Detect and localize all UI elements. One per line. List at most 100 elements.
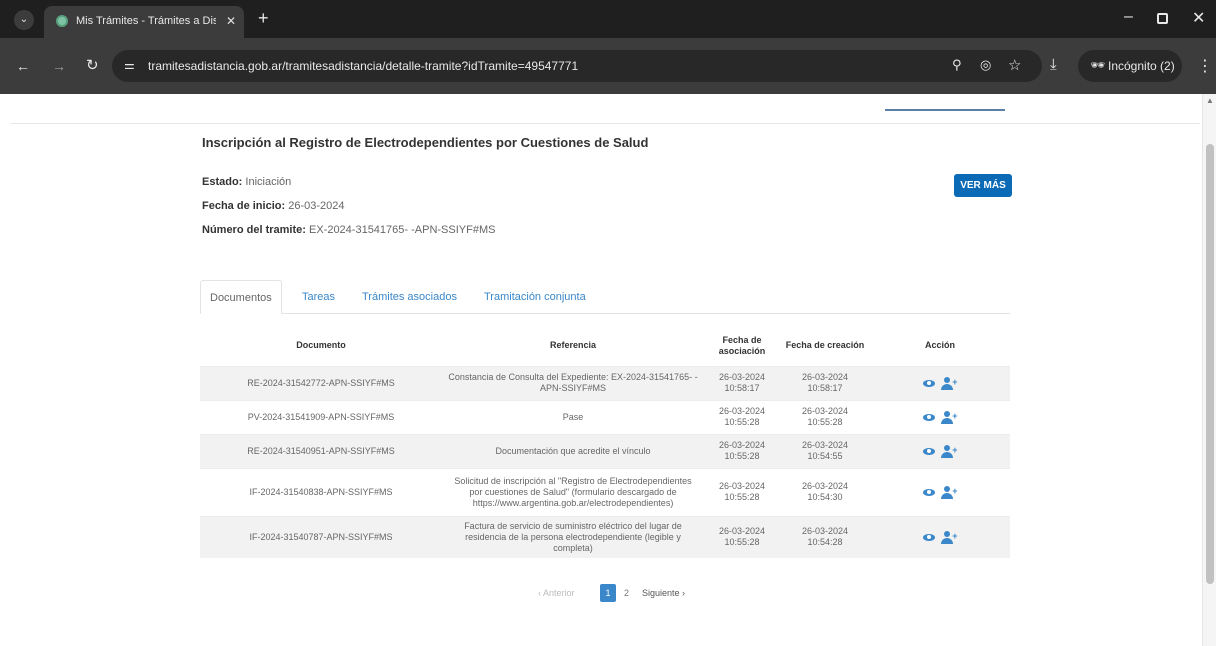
add-user-icon[interactable]: +: [941, 444, 958, 458]
reload-icon[interactable]: ↻: [86, 56, 99, 74]
numero-tramite-label: Número del tramite:: [202, 224, 306, 236]
cell-fecha-creacion: 26-03-2024 10:54:55: [780, 433, 870, 468]
tab-documentos[interactable]: Documentos: [200, 280, 282, 314]
cell-documento: RE-2024-31542772-APN-SSIYF#MS: [200, 365, 442, 400]
documents-table: Documento Referencia Fecha de asociación…: [200, 326, 1010, 558]
add-user-icon[interactable]: +: [941, 485, 958, 499]
add-user-icon[interactable]: +: [941, 410, 958, 424]
page-title: Inscripción al Registro de Electrodepend…: [202, 135, 649, 150]
time: 10:55:28: [724, 417, 760, 427]
window-close-icon[interactable]: ✕: [1192, 8, 1205, 28]
time: 10:58:17: [724, 383, 760, 393]
time: 10:58:17: [807, 383, 843, 393]
header-divider: [10, 123, 1200, 124]
header-referencia: Referencia: [549, 340, 597, 351]
forward-icon[interactable]: →: [52, 58, 66, 74]
zoom-icon[interactable]: ⚲: [952, 57, 962, 73]
star-icon[interactable]: ☆: [1008, 56, 1021, 74]
ver-mas-button[interactable]: VER MÁS: [954, 174, 1012, 197]
numero-tramite-row: Número del tramite: EX-2024-31541765- -A…: [202, 224, 495, 236]
table-row: IF-2024-31540838-APN-SSIYF#MS Solicitud …: [200, 467, 1010, 516]
kebab-menu-icon[interactable]: ⋮: [1197, 56, 1213, 76]
view-eye-icon[interactable]: [922, 533, 935, 541]
date: 26-03-2024: [801, 372, 849, 382]
tab-tramitacion-conjunta[interactable]: Tramitación conjunta: [484, 280, 586, 314]
view-eye-icon[interactable]: [922, 379, 935, 387]
pagination-page-1[interactable]: 1: [600, 584, 616, 602]
cell-referencia: Constancia de Consulta del Expediente: E…: [442, 365, 704, 400]
date: 26-03-2024: [801, 406, 849, 416]
view-eye-icon[interactable]: [922, 413, 935, 421]
incognito-icon: 🕶: [1090, 58, 1106, 72]
estado-label: Estado:: [202, 176, 243, 188]
view-eye-icon[interactable]: [922, 447, 935, 455]
time: 10:54:28: [807, 537, 843, 547]
back-icon[interactable]: ←: [16, 58, 30, 74]
header-documento: Documento: [296, 340, 346, 351]
incognito-label: Incógnito (2): [1108, 59, 1175, 73]
browser-tab-active[interactable]: Mis Trámites - Trámites a Dista ✕: [44, 6, 244, 38]
date: 26-03-2024: [718, 406, 766, 416]
cell-accion: +: [870, 467, 1010, 516]
time: 10:55:28: [807, 417, 843, 427]
numero-tramite-value: EX-2024-31541765- -APN-SSIYF#MS: [308, 224, 496, 236]
cell-fecha-asociacion: 26-03-2024 10:55:28: [704, 467, 780, 516]
time: 10:55:28: [724, 451, 760, 461]
plus-icon[interactable]: +: [258, 8, 269, 28]
estado-value: Iniciación: [245, 176, 292, 188]
cell-fecha-asociacion: 26-03-2024 10:55:28: [704, 515, 780, 558]
scroll-up-icon[interactable]: ▲: [1206, 96, 1214, 105]
table-row: IF-2024-31540787-APN-SSIYF#MS Factura de…: [200, 515, 1010, 558]
cell-referencia: Documentación que acredite el vínculo: [442, 433, 704, 468]
eye-off-icon[interactable]: ◎: [980, 57, 991, 73]
fecha-inicio-label: Fecha de inicio:: [202, 200, 286, 212]
time: 10:54:55: [807, 451, 843, 461]
table-row: PV-2024-31541909-APN-SSIYF#MS Pase 26-03…: [200, 399, 1010, 434]
table-row: RE-2024-31540951-APN-SSIYF#MS Documentac…: [200, 433, 1010, 468]
cell-fecha-asociacion: 26-03-2024 10:55:28: [704, 433, 780, 468]
download-icon[interactable]: ⤓: [1050, 56, 1057, 73]
view-eye-icon[interactable]: [922, 488, 935, 496]
time: 10:54:30: [807, 492, 843, 502]
add-user-icon[interactable]: +: [941, 376, 958, 390]
page-viewport: Inscripción al Registro de Electrodepend…: [0, 94, 1202, 646]
cell-documento: IF-2024-31540787-APN-SSIYF#MS: [200, 515, 442, 558]
cell-documento: RE-2024-31540951-APN-SSIYF#MS: [200, 433, 442, 468]
header-link-underline[interactable]: [885, 109, 1005, 111]
pagination-next[interactable]: Siguiente ›: [642, 584, 685, 602]
address-bar[interactable]: ⚌ tramitesadistancia.gob.ar/tramitesadis…: [112, 50, 1042, 82]
tab-tramites-asociados[interactable]: Trámites asociados: [362, 280, 457, 314]
date: 26-03-2024: [718, 372, 766, 382]
cell-fecha-creacion: 26-03-2024 10:54:28: [780, 515, 870, 558]
scroll-thumb[interactable]: [1206, 144, 1214, 584]
fecha-inicio-row: Fecha de inicio: 26-03-2024: [202, 200, 344, 212]
table-row: RE-2024-31542772-APN-SSIYF#MS Constancia…: [200, 365, 1010, 400]
header-fecha-asociacion: Fecha de asociación: [718, 334, 766, 356]
header-fecha-creacion: Fecha de creación: [785, 340, 865, 351]
detail-tabs: Documentos Tareas Trámites asociados Tra…: [200, 280, 1010, 314]
browser-toolbar: ← → ↻ ⚌ tramitesadistancia.gob.ar/tramit…: [0, 38, 1216, 94]
pagination-prev[interactable]: ‹ Anterior: [538, 584, 575, 602]
date: 26-03-2024: [801, 440, 849, 450]
cell-fecha-asociacion: 26-03-2024 10:55:28: [704, 399, 780, 434]
pagination-page-2[interactable]: 2: [624, 584, 629, 602]
incognito-badge[interactable]: 🕶 Incógnito (2): [1078, 50, 1182, 82]
add-user-icon[interactable]: +: [941, 530, 958, 544]
close-icon[interactable]: ✕: [226, 14, 236, 28]
site-info-icon[interactable]: ⚌: [124, 58, 135, 72]
cell-fecha-asociacion: 26-03-2024 10:58:17: [704, 365, 780, 400]
maximize-icon[interactable]: [1157, 13, 1168, 24]
favicon-icon: [56, 15, 68, 27]
tab-tareas[interactable]: Tareas: [302, 280, 335, 314]
date: 26-03-2024: [718, 526, 766, 536]
cell-fecha-creacion: 26-03-2024 10:58:17: [780, 365, 870, 400]
cell-documento: PV-2024-31541909-APN-SSIYF#MS: [200, 399, 442, 434]
cell-accion: +: [870, 515, 1010, 558]
time: 10:55:28: [724, 537, 760, 547]
header-accion: Acción: [924, 340, 955, 351]
tab-search-chevron-down-icon[interactable]: ⌄: [14, 10, 34, 30]
page-scrollbar[interactable]: ▲: [1202, 94, 1216, 646]
cell-fecha-creacion: 26-03-2024 10:55:28: [780, 399, 870, 434]
url-text[interactable]: tramitesadistancia.gob.ar/tramitesadista…: [148, 59, 578, 73]
minimize-icon[interactable]: –: [1124, 8, 1133, 26]
